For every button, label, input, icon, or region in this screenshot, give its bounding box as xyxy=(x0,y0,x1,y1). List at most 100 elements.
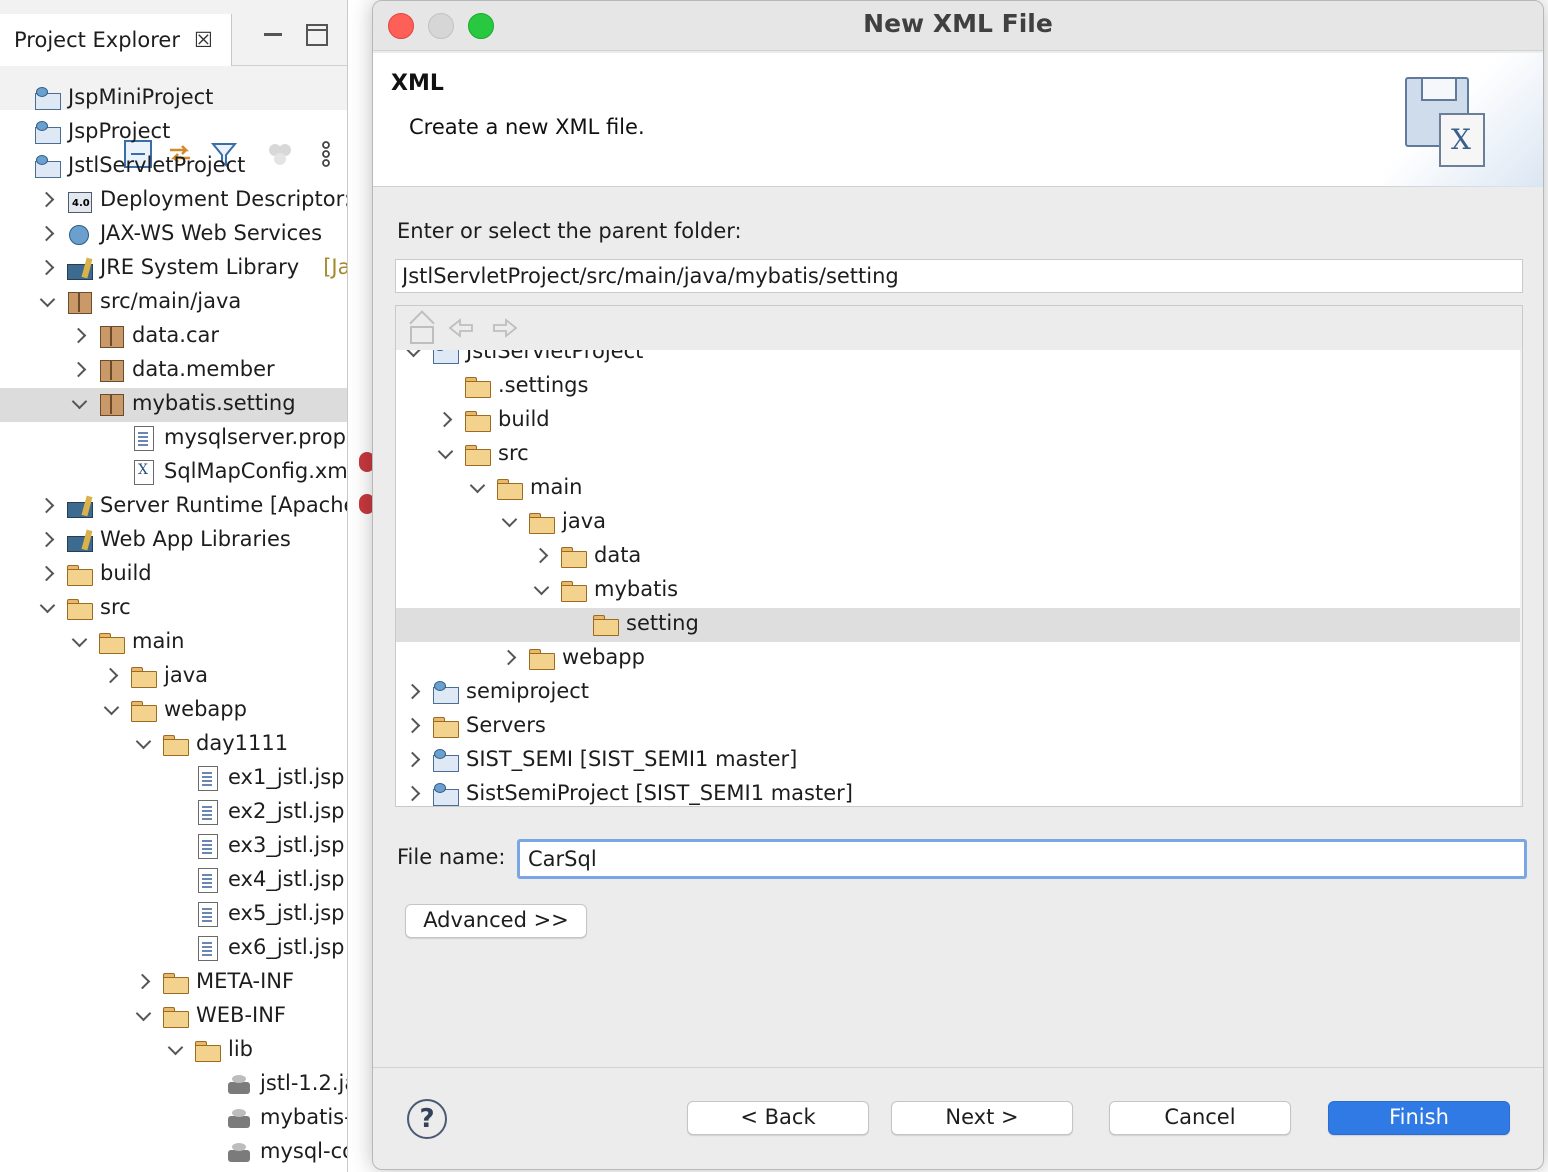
tree-item-label: Server Runtime [Apache T xyxy=(100,493,348,517)
explorer-tree-row[interactable]: JspProject xyxy=(0,116,347,150)
explorer-tree-row[interactable]: mybatis-3. xyxy=(0,1102,347,1136)
home-icon[interactable] xyxy=(406,316,436,344)
explorer-tree-row[interactable]: JstlServletProject xyxy=(0,150,347,184)
explorer-tree-row[interactable]: data.car xyxy=(0,320,347,354)
chevron-right-icon[interactable] xyxy=(40,532,54,546)
chevron-down-icon[interactable] xyxy=(534,582,548,596)
explorer-tree-row[interactable]: java xyxy=(0,660,347,694)
forward-arrow-icon[interactable] xyxy=(490,316,520,340)
chevron-down-icon[interactable] xyxy=(438,446,452,460)
explorer-tree-row[interactable]: lib xyxy=(0,1034,347,1068)
explorer-tree-row[interactable]: day1111 xyxy=(0,728,347,762)
explorer-tree-row[interactable]: ex6_jstl.jsp xyxy=(0,932,347,966)
folder-tree-row[interactable]: SIST_SEMI [SIST_SEMI1 master] xyxy=(396,744,1522,778)
chevron-down-icon[interactable] xyxy=(136,736,150,750)
folder-tree-row[interactable]: Servers xyxy=(396,710,1522,744)
chevron-right-icon[interactable] xyxy=(136,974,150,988)
close-icon[interactable]: ☒ xyxy=(194,28,213,52)
advanced-button[interactable]: Advanced >> xyxy=(405,904,587,938)
explorer-tree-row[interactable]: ex2_jstl.jsp xyxy=(0,796,347,830)
tree-item-label: main xyxy=(132,629,185,653)
explorer-tree-row[interactable]: data.member xyxy=(0,354,347,388)
explorer-tree-row[interactable]: main xyxy=(0,626,347,660)
explorer-tree-row[interactable]: Server Runtime [Apache T xyxy=(0,490,348,524)
chevron-down-icon[interactable] xyxy=(470,480,484,494)
source-folder-icon xyxy=(66,290,92,314)
explorer-tree-row[interactable]: webapp xyxy=(0,694,347,728)
chevron-right-icon[interactable] xyxy=(502,650,516,664)
explorer-tree-row[interactable]: mysql-con xyxy=(0,1136,347,1170)
maximize-view-icon[interactable] xyxy=(306,24,328,46)
chevron-down-icon[interactable] xyxy=(502,514,516,528)
back-button[interactable]: < Back xyxy=(687,1101,869,1135)
explorer-tree-row[interactable]: mybatis.setting xyxy=(0,388,347,422)
tree-scrollbar[interactable] xyxy=(1520,350,1522,806)
chevron-right-icon[interactable] xyxy=(406,718,420,732)
next-button[interactable]: Next > xyxy=(891,1101,1073,1135)
explorer-tree-row[interactable]: src xyxy=(0,592,347,626)
chevron-right-icon[interactable] xyxy=(40,192,54,206)
explorer-tree-row[interactable]: src/main/java xyxy=(0,286,347,320)
back-arrow-icon[interactable] xyxy=(446,316,476,340)
folder-tree-row[interactable]: setting xyxy=(396,608,1522,642)
folder-tree-row[interactable]: JstlServletProject xyxy=(396,350,1522,370)
explorer-tree-row[interactable]: mysqlserver.propert xyxy=(0,422,347,456)
tree-item-label: webapp xyxy=(562,645,645,669)
chevron-right-icon[interactable] xyxy=(40,226,54,240)
explorer-tree-row[interactable]: JAX-WS Web Services xyxy=(0,218,347,252)
explorer-tree-row[interactable]: Deployment Descriptor: Js xyxy=(0,184,347,218)
chevron-down-icon[interactable] xyxy=(168,1042,182,1056)
help-icon[interactable]: ? xyxy=(407,1099,447,1139)
chevron-right-icon[interactable] xyxy=(438,412,452,426)
tree-item-label: META-INF xyxy=(196,969,295,993)
folder-tree-row[interactable]: data xyxy=(396,540,1522,574)
chevron-right-icon[interactable] xyxy=(72,328,86,342)
file-name-input[interactable] xyxy=(517,839,1527,879)
explorer-tree-row[interactable]: WEB-INF xyxy=(0,1000,347,1034)
chevron-right-icon[interactable] xyxy=(406,752,420,766)
explorer-tree-row[interactable]: ex5_jstl.jsp xyxy=(0,898,347,932)
folder-tree-row[interactable]: mybatis xyxy=(396,574,1522,608)
chevron-down-icon[interactable] xyxy=(40,294,54,308)
folder-tree-row[interactable]: semiproject xyxy=(396,676,1522,710)
explorer-tree-row[interactable]: Web App Libraries xyxy=(0,524,347,558)
folder-tree-row[interactable]: SistSemiProject [SIST_SEMI1 master] xyxy=(396,778,1522,806)
explorer-tree-row[interactable]: SqlMapConfig.xml xyxy=(0,456,347,490)
explorer-tree-row[interactable]: JRE System Library [JavaS xyxy=(0,252,347,286)
explorer-tree-row[interactable]: META-INF xyxy=(0,966,347,1000)
folder-tree-row[interactable]: .settings xyxy=(396,370,1522,404)
folder-tree-row[interactable]: main xyxy=(396,472,1522,506)
file-name-label: File name: xyxy=(397,845,506,869)
chevron-right-icon[interactable] xyxy=(40,260,54,274)
explorer-tree-row[interactable]: ex3_jstl.jsp xyxy=(0,830,347,864)
chevron-down-icon[interactable] xyxy=(40,600,54,614)
chevron-right-icon[interactable] xyxy=(406,684,420,698)
dialog-title: New XML File xyxy=(863,9,1053,38)
parent-folder-input[interactable] xyxy=(395,259,1523,293)
chevron-down-icon[interactable] xyxy=(104,702,118,716)
explorer-tree-row[interactable]: jstl-1.2.jar xyxy=(0,1068,347,1102)
cancel-button[interactable]: Cancel xyxy=(1109,1101,1291,1135)
explorer-tree-row[interactable]: build xyxy=(0,558,347,592)
minimize-view-icon[interactable] xyxy=(262,24,284,46)
chevron-right-icon[interactable] xyxy=(104,668,118,682)
chevron-down-icon[interactable] xyxy=(72,634,86,648)
chevron-right-icon[interactable] xyxy=(534,548,548,562)
chevron-down-icon[interactable] xyxy=(406,350,420,358)
tab-project-explorer[interactable]: Project Explorer ☒ xyxy=(0,14,232,66)
chevron-right-icon[interactable] xyxy=(72,362,86,376)
explorer-tree-row[interactable]: ex1_jstl.jsp xyxy=(0,762,347,796)
explorer-tree-row[interactable]: JspMiniProject xyxy=(0,82,347,116)
chevron-right-icon[interactable] xyxy=(40,566,54,580)
folder-tree-row[interactable]: java xyxy=(396,506,1522,540)
folder-tree-row[interactable]: build xyxy=(396,404,1522,438)
chevron-right-icon[interactable] xyxy=(40,498,54,512)
chevron-down-icon[interactable] xyxy=(72,396,86,410)
folder-tree-row[interactable]: webapp xyxy=(396,642,1522,676)
chevron-down-icon[interactable] xyxy=(136,1008,150,1022)
chevron-right-icon[interactable] xyxy=(406,786,420,800)
explorer-tree-row[interactable]: ex4_jstl.jsp xyxy=(0,864,347,898)
folder-tree-row[interactable]: src xyxy=(396,438,1522,472)
finish-button[interactable]: Finish xyxy=(1328,1101,1510,1135)
jsp-file-icon xyxy=(194,834,220,859)
